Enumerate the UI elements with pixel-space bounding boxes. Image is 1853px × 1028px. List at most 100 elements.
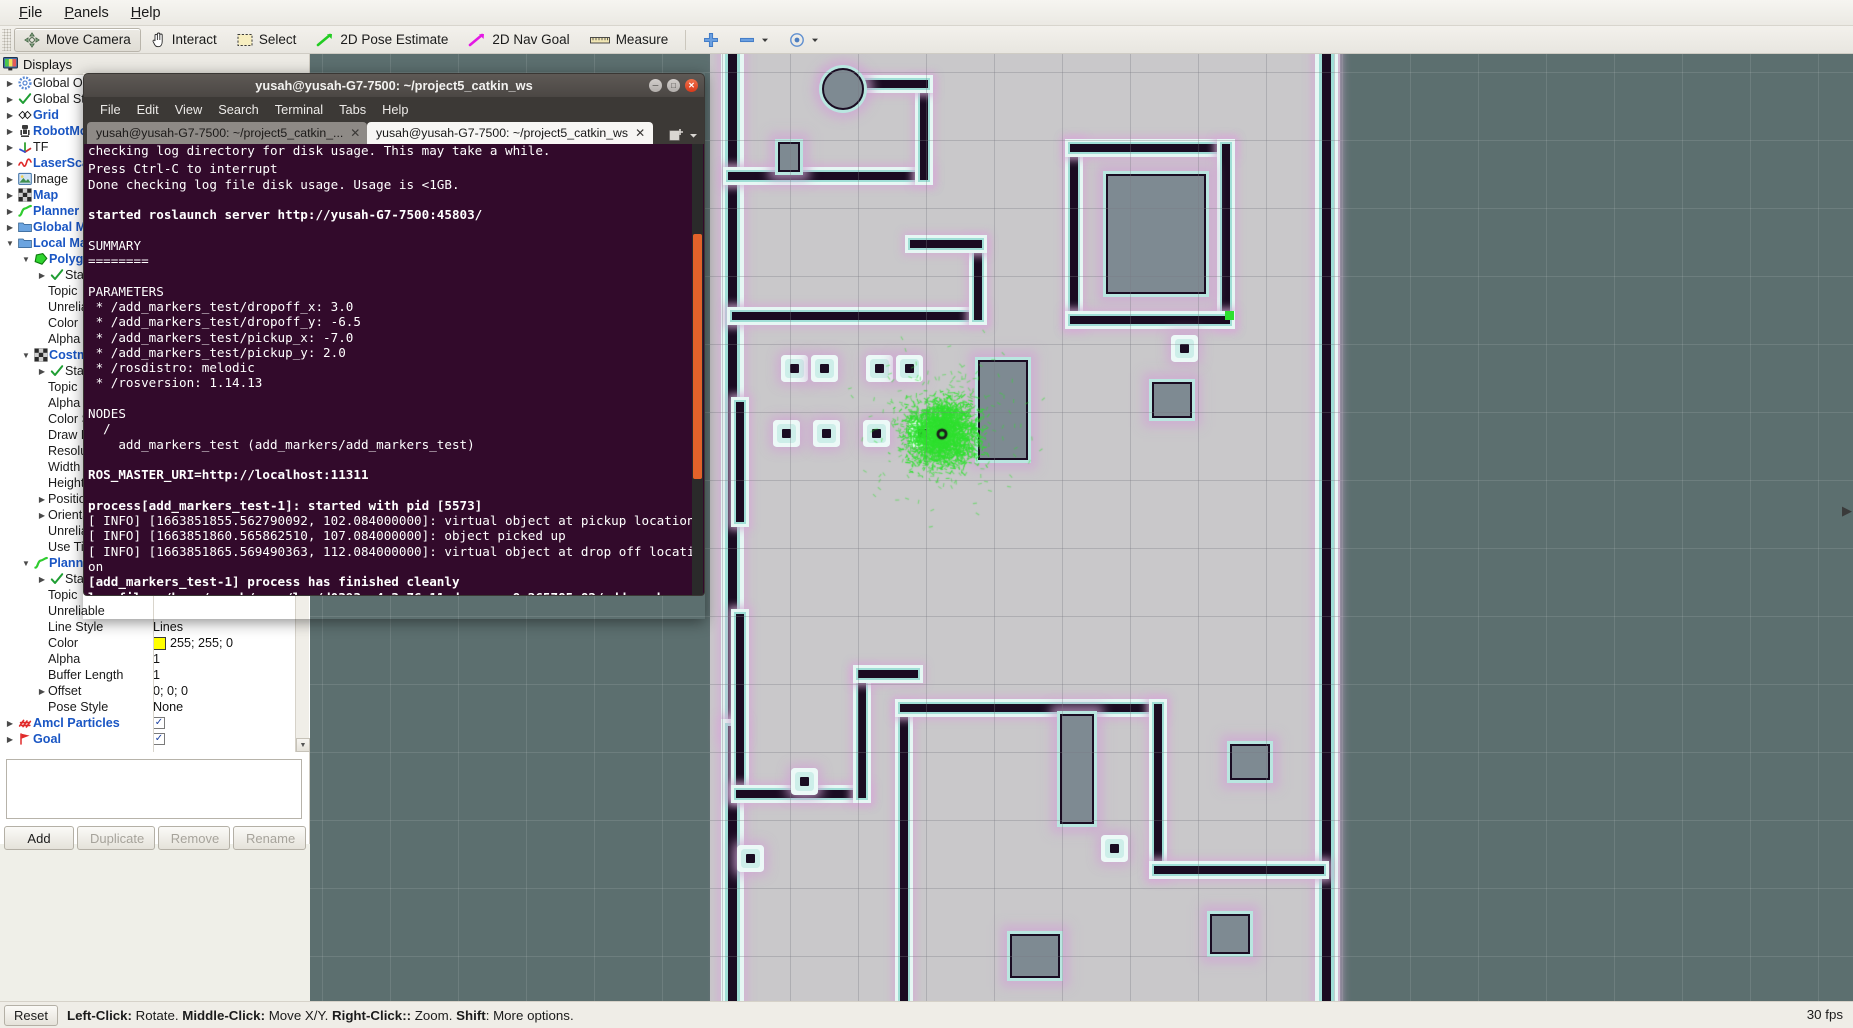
- remove-display-button[interactable]: Remove: [158, 826, 230, 850]
- display-tree-item-line-style[interactable]: Line Style Lines: [0, 619, 310, 635]
- display-tree-item-buffer-length[interactable]: Buffer Length 1: [0, 667, 310, 683]
- rename-display-button[interactable]: Rename: [233, 826, 306, 850]
- display-tree-item-color[interactable]: Color 255; 255; 0: [0, 635, 310, 651]
- scroll-down-arrow[interactable]: ▼: [296, 738, 310, 752]
- terminal-window[interactable]: yusah@yusah-G7-7500: ~/project5_catkin_w…: [83, 73, 705, 619]
- display-tree-item-alpha[interactable]: Alpha 1: [0, 651, 310, 667]
- expand-arrow-right-icon[interactable]: ▶: [36, 495, 48, 504]
- expand-arrow-right-icon[interactable]: ▶: [4, 79, 16, 88]
- expand-arrow-down-icon[interactable]: ▼: [20, 255, 32, 264]
- minus-icon: [739, 32, 755, 48]
- tool-interact[interactable]: Interact: [141, 28, 227, 52]
- terminal-output[interactable]: checking log directory for disk usage. T…: [83, 144, 705, 596]
- expand-arrow-right-icon[interactable]: ▶: [4, 95, 16, 104]
- maximize-icon[interactable]: □: [667, 79, 680, 92]
- terminal-menu-file[interactable]: File: [92, 101, 129, 118]
- hint-part: Middle-Click:: [182, 1008, 265, 1023]
- tab-list-chevron-icon[interactable]: [689, 131, 698, 140]
- terminal-line: [ INFO] [1663851855.562790092, 102.08400…: [88, 513, 704, 528]
- terminal-line: [88, 222, 704, 237]
- expand-arrow-right-icon[interactable]: ▶: [4, 127, 16, 136]
- menu-panels[interactable]: Panels: [53, 3, 119, 23]
- folder-icon: [16, 236, 33, 250]
- tree-item-value[interactable]: 0; 0; 0: [153, 684, 310, 698]
- expand-arrow-down-icon[interactable]: ▼: [4, 239, 16, 248]
- tool-select[interactable]: Select: [227, 28, 307, 52]
- new-tab-icon[interactable]: [669, 128, 684, 142]
- tree-item-label: Color: [48, 316, 78, 330]
- terminal-menu-tabs[interactable]: Tabs: [331, 101, 374, 118]
- color-swatch[interactable]: [153, 637, 166, 650]
- expand-arrow-right-icon[interactable]: ▶: [36, 271, 48, 280]
- tree-item-value[interactable]: None: [153, 700, 310, 714]
- tree-item-value[interactable]: Lines: [153, 620, 310, 634]
- status-bar: Reset Left-Click: Rotate. Middle-Click: …: [0, 1001, 1853, 1028]
- tab-close-icon-2[interactable]: ✕: [635, 126, 645, 140]
- close-icon[interactable]: ✕: [685, 79, 698, 92]
- terminal-line: PARAMETERS: [88, 284, 704, 299]
- expand-arrow-right-icon[interactable]: ▶: [4, 207, 16, 216]
- tree-item-value[interactable]: ✓: [153, 733, 310, 745]
- chevron-down-icon[interactable]: [761, 36, 769, 44]
- expand-arrow-right-icon[interactable]: ▶: [4, 175, 16, 184]
- zoom-out-button[interactable]: [729, 28, 779, 52]
- tree-item-value[interactable]: 1: [153, 652, 310, 666]
- tree-item-label: Offset: [48, 684, 81, 698]
- terminal-tab-1[interactable]: yusah@yusah-G7-7500: ~/project5_catkin_.…: [87, 122, 367, 144]
- tool-2d-nav-goal[interactable]: 2D Nav Goal: [458, 28, 579, 52]
- terminal-tab-2[interactable]: yusah@yusah-G7-7500: ~/project5_catkin_w…: [367, 122, 653, 144]
- check-icon: [48, 572, 65, 586]
- tree-item-value[interactable]: 255; 255; 0: [153, 636, 310, 650]
- expand-arrow-right-icon[interactable]: ▶: [4, 719, 16, 728]
- focus-camera-button[interactable]: [779, 28, 829, 52]
- menu-help[interactable]: Help: [120, 3, 172, 23]
- reset-button[interactable]: Reset: [4, 1005, 58, 1026]
- terminal-menu-edit[interactable]: Edit: [129, 101, 167, 118]
- checkbox-checked-icon[interactable]: ✓: [153, 733, 165, 745]
- tree-item-label: Pose Style: [48, 700, 108, 714]
- add-display-button[interactable]: Add: [4, 826, 74, 850]
- terminal-menu-terminal[interactable]: Terminal: [267, 101, 331, 118]
- tree-item-value[interactable]: ✓: [153, 717, 310, 729]
- menu-bar: File Panels Help: [0, 0, 1853, 26]
- tab-close-icon[interactable]: ✕: [350, 126, 360, 140]
- terminal-line: Press Ctrl-C to interrupt: [88, 161, 704, 176]
- terminal-scrollbar[interactable]: [692, 144, 703, 596]
- expand-arrow-down-icon[interactable]: ▼: [20, 351, 32, 360]
- terminal-menu-help[interactable]: Help: [374, 101, 416, 118]
- expand-arrow-right-icon[interactable]: ▶: [36, 687, 48, 696]
- tree-item-label: Goal: [33, 732, 61, 746]
- toolbar-grip[interactable]: [2, 29, 11, 51]
- expand-arrow-right-icon[interactable]: ▶: [36, 367, 48, 376]
- expand-arrow-right-icon[interactable]: ▶: [4, 159, 16, 168]
- tree-item-value[interactable]: 1: [153, 668, 310, 682]
- display-tree-item-pose-style[interactable]: Pose Style None: [0, 699, 310, 715]
- menu-file[interactable]: File: [8, 3, 53, 23]
- hint-part: Left-Click:: [67, 1008, 132, 1023]
- tool-move-camera[interactable]: Move Camera: [14, 28, 141, 52]
- zoom-in-button[interactable]: [693, 28, 729, 52]
- chevron-down-icon-2[interactable]: [811, 36, 819, 44]
- panel-collapse-arrow[interactable]: ▶: [1842, 503, 1852, 519]
- terminal-menu-view[interactable]: View: [167, 101, 211, 118]
- expand-arrow-right-icon[interactable]: ▶: [36, 575, 48, 584]
- expand-arrow-down-icon[interactable]: ▼: [20, 559, 32, 568]
- tool-measure[interactable]: Measure: [580, 28, 679, 52]
- expand-arrow-right-icon[interactable]: ▶: [36, 511, 48, 520]
- terminal-titlebar[interactable]: yusah@yusah-G7-7500: ~/project5_catkin_w…: [83, 73, 705, 97]
- checkbox-checked-icon[interactable]: ✓: [153, 717, 165, 729]
- tool-2d-pose-estimate[interactable]: 2D Pose Estimate: [306, 28, 458, 52]
- minimize-icon[interactable]: ─: [649, 79, 662, 92]
- display-tree-item-offset[interactable]: ▶ Offset 0; 0; 0: [0, 683, 310, 699]
- terminal-line: * /add_markers_test/pickup_x: -7.0: [88, 330, 704, 345]
- expand-arrow-right-icon[interactable]: ▶: [4, 223, 16, 232]
- expand-arrow-right-icon[interactable]: ▶: [4, 735, 16, 744]
- expand-arrow-right-icon[interactable]: ▶: [4, 191, 16, 200]
- expand-arrow-right-icon[interactable]: ▶: [4, 143, 16, 152]
- terminal-scrollbar-thumb[interactable]: [693, 234, 702, 479]
- duplicate-display-button[interactable]: Duplicate: [77, 826, 155, 850]
- expand-arrow-right-icon[interactable]: ▶: [4, 111, 16, 120]
- display-tree-item-goal[interactable]: ▶ Goal ✓: [0, 731, 310, 747]
- display-tree-item-amcl-particles[interactable]: ▶ Amcl Particles ✓: [0, 715, 310, 731]
- terminal-menu-search[interactable]: Search: [210, 101, 267, 118]
